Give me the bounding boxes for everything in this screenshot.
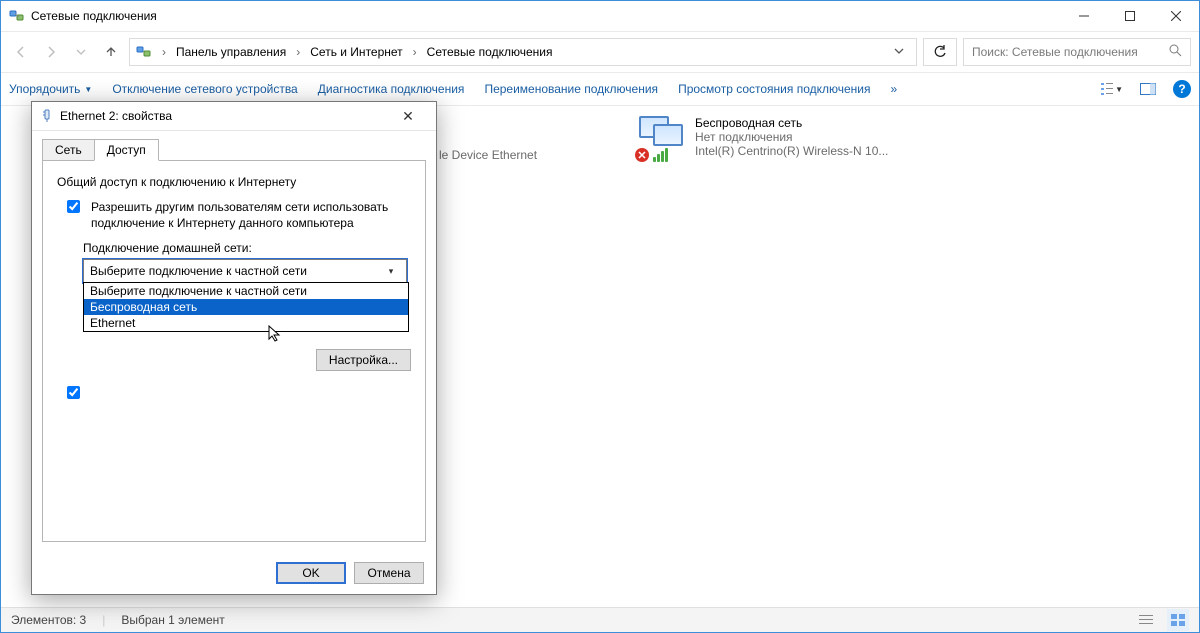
section-heading: Общий доступ к подключению к Интернету	[57, 175, 411, 189]
organize-menu[interactable]: Упорядочить ▼	[9, 82, 92, 96]
up-button[interactable]	[99, 40, 123, 64]
history-dropdown[interactable]	[69, 40, 93, 64]
refresh-button[interactable]	[923, 38, 957, 66]
chevron-right-icon[interactable]: ›	[158, 45, 170, 59]
rename-command[interactable]: Переименование подключения	[484, 82, 658, 96]
dropdown-arrow-icon: ▾	[382, 266, 400, 277]
details-view-toggle[interactable]	[1135, 609, 1157, 631]
configure-button[interactable]: Настройка...	[316, 349, 411, 371]
dropdown-option[interactable]: Беспроводная сеть	[84, 299, 408, 315]
chevron-right-icon[interactable]: ›	[409, 45, 421, 59]
breadcrumb-item[interactable]: Сеть и Интернет	[310, 45, 402, 59]
breadcrumb-item[interactable]: Панель управления	[176, 45, 286, 59]
connection-name: Беспроводная сеть	[695, 116, 888, 130]
status-bar: Элементов: 3 | Выбран 1 элемент	[1, 607, 1199, 632]
cancel-button[interactable]: Отмена	[354, 562, 424, 584]
diagnose-command[interactable]: Диагностика подключения	[318, 82, 465, 96]
dropdown-option[interactable]: Выберите подключение к частной сети	[84, 283, 408, 299]
properties-dialog: Ethernet 2: свойства ✕ Сеть Доступ Общий…	[31, 101, 437, 595]
dialog-title: Ethernet 2: свойства	[60, 109, 172, 123]
connection-status: Нет подключения	[695, 130, 888, 144]
close-button[interactable]	[1153, 1, 1199, 31]
search-input[interactable]: Поиск: Сетевые подключения	[963, 38, 1191, 66]
app-icon	[9, 8, 25, 24]
maximize-button[interactable]	[1107, 1, 1153, 31]
ok-button[interactable]: OK	[276, 562, 346, 584]
sharing-panel: Общий доступ к подключению к Интернету Р…	[42, 160, 426, 542]
allow-sharing-label: Разрешить другим пользователям сети испо…	[91, 199, 411, 231]
tab-sharing[interactable]: Доступ	[94, 139, 159, 161]
search-icon	[1169, 44, 1182, 60]
allow-control-checkbox[interactable]	[67, 386, 80, 399]
large-icons-toggle[interactable]	[1167, 609, 1189, 631]
forward-button[interactable]	[39, 40, 63, 64]
titlebar: Сетевые подключения	[1, 1, 1199, 32]
address-dropdown-icon[interactable]	[888, 45, 910, 59]
tab-network[interactable]: Сеть	[42, 139, 94, 161]
wifi-bars-icon	[653, 148, 668, 162]
preview-pane-button[interactable]	[1137, 78, 1159, 100]
dropdown-option[interactable]: Ethernet	[84, 315, 408, 331]
dropdown-list: Выберите подключение к частной сети Бесп…	[83, 282, 409, 332]
device-label: Intel(R) Centrino(R) Wireless-N 10...	[695, 144, 888, 158]
device-label: le Device Ethernet	[439, 148, 537, 162]
disable-device-command[interactable]: Отключение сетевого устройства	[112, 82, 297, 96]
network-item-wireless[interactable]: ✕ Беспроводная сеть Нет подключения Inte…	[639, 116, 899, 158]
tabs-area: Сеть Доступ Общий доступ к подключению к…	[32, 131, 436, 555]
allow-sharing-checkbox[interactable]	[67, 200, 80, 213]
view-options-button[interactable]: ▼	[1101, 78, 1123, 100]
back-button[interactable]	[9, 40, 33, 64]
breadcrumb-item[interactable]: Сетевые подключения	[427, 45, 553, 59]
help-icon[interactable]: ?	[1173, 80, 1191, 98]
dialog-titlebar: Ethernet 2: свойства ✕	[32, 102, 436, 131]
view-status-command[interactable]: Просмотр состояния подключения	[678, 82, 870, 96]
wireless-adapter-icon: ✕	[639, 116, 685, 156]
disconnected-badge-icon: ✕	[635, 148, 649, 162]
address-bar[interactable]: › Панель управления › Сеть и Интернет › …	[129, 38, 917, 66]
address-bar-row: › Панель управления › Сеть и Интернет › …	[1, 32, 1199, 72]
location-icon	[136, 44, 152, 60]
item-count: Элементов: 3	[11, 613, 86, 627]
selection-info: Выбран 1 элемент	[121, 613, 224, 627]
more-commands-chevron[interactable]: »	[891, 82, 898, 96]
dropdown-selected-value: Выберите подключение к частной сети	[90, 264, 307, 278]
explorer-window: Сетевые подключения › Панель управления …	[0, 0, 1200, 633]
chevron-right-icon[interactable]: ›	[292, 45, 304, 59]
adapter-icon	[40, 109, 54, 123]
dialog-close-button[interactable]: ✕	[388, 102, 428, 130]
window-title: Сетевые подключения	[31, 9, 157, 23]
home-connection-label: Подключение домашней сети:	[83, 241, 411, 255]
home-connection-dropdown[interactable]: Выберите подключение к частной сети ▾ Вы…	[83, 259, 407, 283]
search-placeholder: Поиск: Сетевые подключения	[972, 45, 1138, 59]
minimize-button[interactable]	[1061, 1, 1107, 31]
